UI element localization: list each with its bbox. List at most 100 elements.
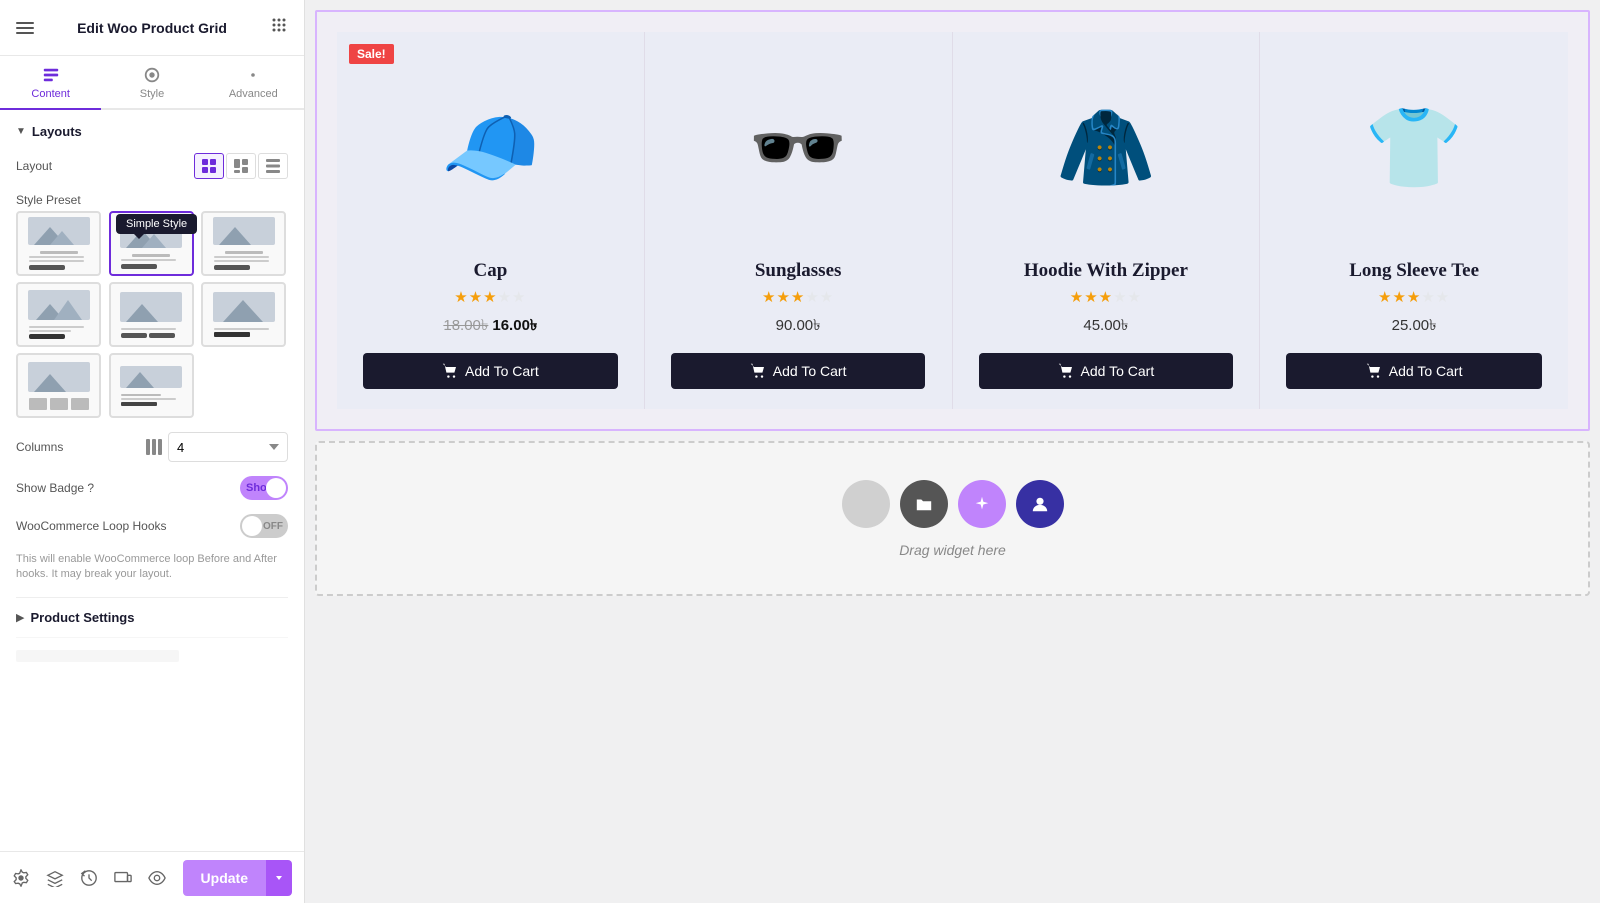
product-name: Cap [473,260,507,282]
drag-icons-group [842,480,1064,528]
preset-item-8[interactable] [109,353,194,418]
star-empty: ★ [805,289,819,306]
product-stars: ★★★★★ [454,288,526,306]
panel-bottom-bar: Update [0,851,304,903]
layout-grid-icon[interactable] [194,153,224,179]
tab-advanced[interactable]: Advanced [203,56,304,110]
woo-hooks-toggle[interactable]: OFF [240,514,288,538]
add-to-cart-button[interactable]: Add To Cart [1286,353,1541,389]
grid-dots-icon[interactable] [270,16,288,39]
preset-item-1[interactable] [16,211,101,276]
woo-hooks-label: WooCommerce Loop Hooks [16,519,167,533]
product-grid: Sale! 🧢 Cap ★★★★★ 18.00৳16.00৳ Add To Ca… [337,32,1568,409]
add-to-cart-button[interactable]: Add To Cart [671,353,925,389]
add-widget-icon[interactable] [842,480,890,528]
add-to-cart-button[interactable]: Add To Cart [979,353,1233,389]
panel-tabs: Content Style Advanced [0,56,304,110]
preset-item-6[interactable] [201,282,286,347]
star-filled: ★ [1407,289,1421,306]
product-settings-section[interactable]: ▶ Product Settings [16,597,288,637]
folder-icon[interactable] [900,480,948,528]
star-filled: ★ [1378,289,1392,306]
cart-icon [1366,363,1382,379]
product-stars: ★★★★★ [762,288,834,306]
star-empty: ★ [820,289,834,306]
product-grid-area: Sale! 🧢 Cap ★★★★★ 18.00৳16.00৳ Add To Ca… [315,10,1590,431]
style-preset-label: Style Preset [16,193,81,207]
left-panel: Edit Woo Product Grid Content Style Adva… [0,0,305,903]
sparkle-icon[interactable] [958,480,1006,528]
layout-list-icon[interactable] [258,153,288,179]
star-filled: ★ [1099,289,1113,306]
woo-hooks-toggle-switch[interactable]: OFF [240,514,288,538]
star-filled: ★ [1084,289,1098,306]
star-filled: ★ [791,289,805,306]
star-filled: ★ [469,289,483,306]
panel-title: Edit Woo Product Grid [77,20,227,36]
columns-dropdown[interactable]: 412356 [168,432,288,462]
panel-content: ▼ Layouts Layout [0,110,304,851]
layers-icon[interactable] [46,869,64,887]
columns-icon [146,439,162,455]
show-badge-toggle[interactable]: Show [240,476,288,500]
columns-select-group: 412356 [146,432,288,462]
sale-badge: Sale! [349,44,394,64]
star-empty: ★ [1436,289,1450,306]
product-stars: ★★★★★ [1378,288,1450,306]
star-filled: ★ [1392,289,1406,306]
price-old: 18.00৳ [443,317,488,334]
star-empty: ★ [498,289,512,306]
show-badge-control-row: Show Badge ? Show [16,476,288,500]
star-filled: ★ [1070,289,1084,306]
layouts-chevron-icon: ▼ [16,126,26,137]
woo-hooks-note: This will enable WooCommerce loop Before… [16,552,288,583]
update-button[interactable]: Update [183,860,266,896]
star-filled: ★ [762,289,776,306]
show-badge-toggle-switch[interactable]: Show [240,476,288,500]
style-preset-control-row: Style Preset [16,193,288,207]
menu-hamburger[interactable] [16,22,34,34]
layout-masonry-icon[interactable] [226,153,256,179]
update-chevron-button[interactable] [266,860,292,896]
settings-icon[interactable] [12,869,30,887]
star-empty: ★ [1421,289,1435,306]
product-name: Sunglasses [755,260,842,282]
product-name: Long Sleeve Tee [1349,260,1479,282]
columns-label: Columns [16,440,63,454]
layout-label: Layout [16,159,52,173]
right-panel: Sale! 🧢 Cap ★★★★★ 18.00৳16.00৳ Add To Ca… [305,0,1600,903]
style-preset-tooltip: Simple Style [116,214,197,234]
product-price: 45.00৳ [1083,314,1128,339]
layouts-section-header[interactable]: ▼ Layouts [16,124,288,139]
price-new: 16.00৳ [492,317,537,334]
product-card: 👕 Long Sleeve Tee ★★★★★ 25.00৳ Add To Ca… [1260,32,1568,409]
preset-item-5[interactable] [109,282,194,347]
tab-content[interactable]: Content [0,56,101,110]
preset-item-3[interactable] [201,211,286,276]
user-avatar-icon[interactable] [1016,480,1064,528]
product-image: 👕 [1272,48,1556,248]
product-emoji: 👕 [1364,108,1464,188]
product-card: 🕶️ Sunglasses ★★★★★ 90.00৳ Add To Cart [645,32,953,409]
cart-icon [442,363,458,379]
product-emoji: 🕶️ [748,108,848,188]
product-card: Sale! 🧢 Cap ★★★★★ 18.00৳16.00৳ Add To Ca… [337,32,645,409]
product-image: 🕶️ [657,48,940,248]
star-filled: ★ [454,289,468,306]
product-stars: ★★★★★ [1070,288,1142,306]
price: 25.00৳ [1392,317,1437,334]
add-to-cart-button[interactable]: Add To Cart [363,353,617,389]
history-icon[interactable] [80,869,98,887]
tab-style[interactable]: Style [101,56,202,110]
preset-item-4[interactable] [16,282,101,347]
product-card: 🧥 Hoodie With Zipper ★★★★★ 45.00৳ Add To… [953,32,1261,409]
woo-hooks-toggle-label: OFF [263,521,283,532]
drag-widget-area: Drag widget here [315,441,1590,596]
product-name: Hoodie With Zipper [1024,260,1188,282]
preset-item-7[interactable] [16,353,101,418]
columns-control-row: Columns 412356 [16,432,288,462]
preview-icon[interactable] [148,869,166,887]
responsive-icon[interactable] [114,869,132,887]
style-preset-grid [16,211,288,418]
update-button-group: Update [183,860,292,896]
